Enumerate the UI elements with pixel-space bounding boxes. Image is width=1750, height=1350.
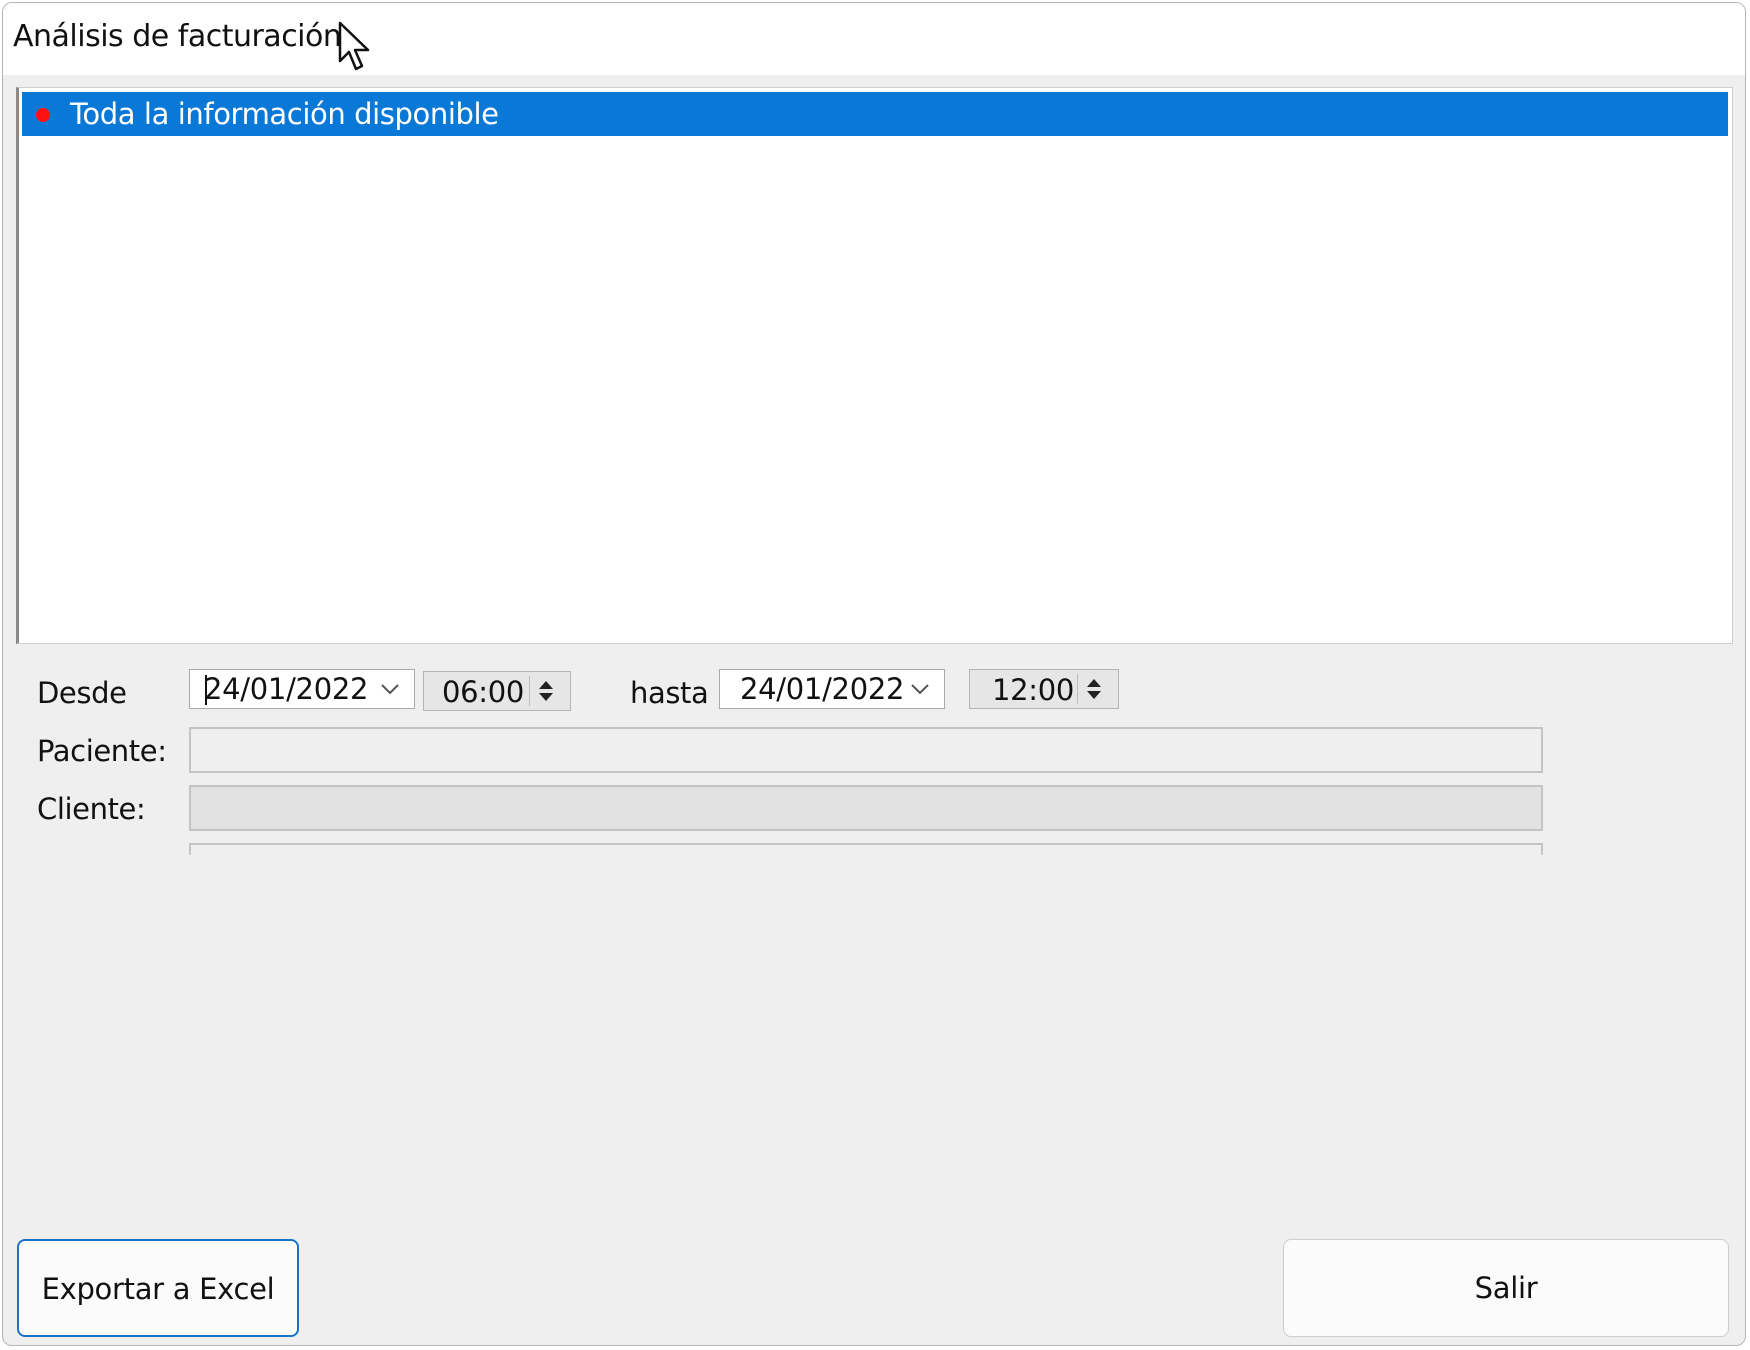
list-item-label: Toda la información disponible [70,97,499,131]
chevron-down-icon[interactable] [378,678,402,698]
desde-time-value: 06:00 [442,675,525,709]
chevron-down-icon[interactable] [908,678,932,698]
red-bullet-icon [36,108,50,122]
desde-label: Desde [37,676,127,710]
spinner-arrows-icon[interactable] [1077,674,1110,704]
report-type-listbox[interactable]: Toda la información disponible [16,87,1733,644]
paciente-label: Paciente: [37,734,167,768]
billing-analysis-window: Análisis de facturación Toda la informac… [2,2,1746,1346]
list-item-all-info[interactable]: Toda la información disponible [22,92,1728,136]
cliente-input[interactable] [191,787,1541,829]
hasta-label: hasta [630,676,709,710]
hasta-time-value: 12:00 [992,673,1075,707]
cliente-label: Cliente: [37,792,146,826]
window-title: Análisis de facturación [13,19,342,54]
spinner-arrows-icon[interactable] [529,676,562,706]
hasta-time-spinner[interactable]: 12:00 [969,669,1119,709]
title-bar: Análisis de facturación [3,3,1745,75]
hasta-date-picker[interactable]: 24/01/2022 [719,669,945,709]
hasta-date-value: 24/01/2022 [740,672,905,706]
cliente-field[interactable] [189,785,1543,831]
exit-button[interactable]: Salir [1283,1239,1729,1337]
desde-time-spinner[interactable]: 06:00 [423,671,571,711]
export-excel-button[interactable]: Exportar a Excel [17,1239,299,1337]
desde-date-value: 24/01/2022 [204,672,369,706]
partial-field [189,843,1543,855]
paciente-field[interactable] [189,727,1543,773]
paciente-input[interactable] [191,729,1541,771]
desde-date-picker[interactable]: 24/01/2022 [189,669,415,709]
mouse-pointer-icon [338,21,370,71]
